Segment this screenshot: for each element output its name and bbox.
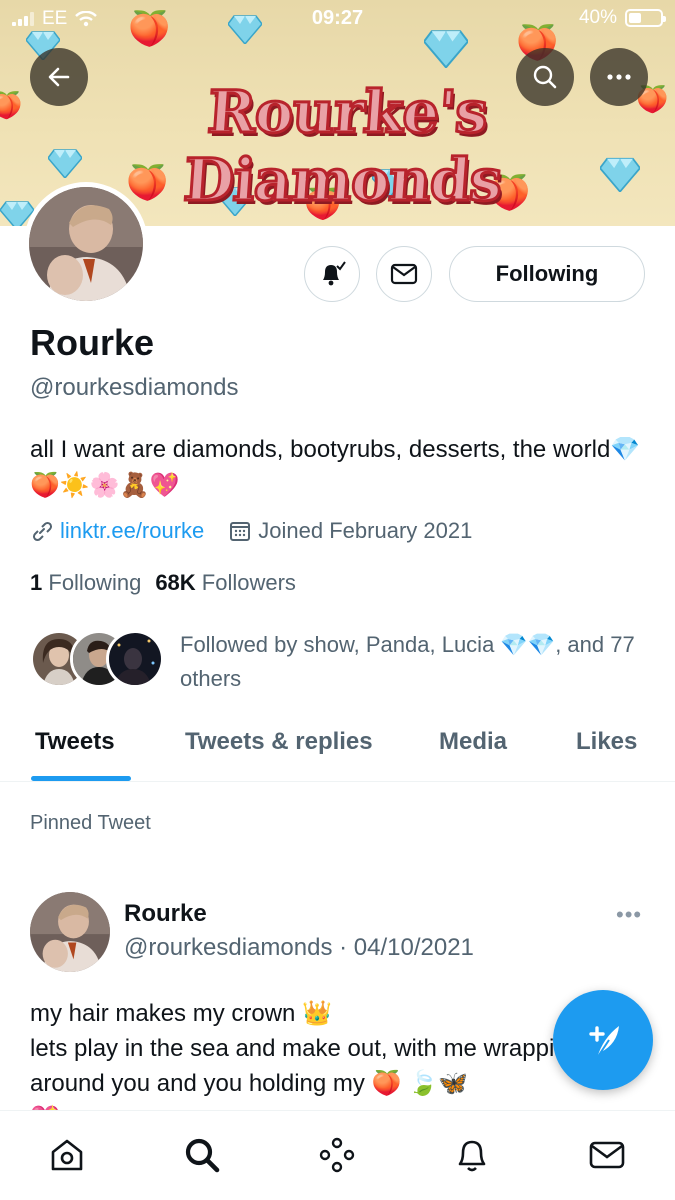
back-button[interactable]	[30, 48, 88, 106]
pinned-tweet-label: Pinned Tweet	[30, 812, 151, 834]
battery-percent: 40%	[578, 7, 617, 28]
profile-name: Rourke	[30, 322, 155, 363]
spaces-icon	[319, 1137, 355, 1173]
website-link[interactable]: linktr.ee/rourke	[60, 518, 204, 544]
tab-tweets-replies[interactable]: Tweets & replies	[185, 728, 373, 756]
clock: 09:27	[311, 7, 364, 29]
following-count-link[interactable]: 1 Following	[30, 570, 141, 595]
search-icon	[533, 65, 557, 89]
following-button[interactable]: Following	[449, 246, 645, 302]
tweet-author-name[interactable]: Rourke	[124, 900, 207, 928]
nav-notifications[interactable]	[450, 1133, 494, 1177]
more-horizontal-icon	[607, 74, 631, 80]
mail-icon	[589, 1141, 625, 1169]
profile-avatar[interactable]	[24, 182, 148, 306]
feather-plus-icon	[589, 1026, 619, 1059]
status-bar: EE 09:27 40%	[0, 0, 675, 36]
follower-avatar	[106, 630, 164, 688]
followed-by[interactable]: Followed by show, Panda, Lucia 💎💎, and 7…	[30, 628, 650, 692]
nav-home[interactable]	[45, 1133, 89, 1177]
followers-label: Followers	[201, 570, 296, 595]
arrow-left-icon	[48, 67, 70, 87]
message-button[interactable]	[376, 246, 432, 302]
more-options-button[interactable]	[590, 48, 648, 106]
search-icon	[185, 1138, 220, 1173]
joined-date: Joined February 2021	[258, 518, 473, 543]
compose-tweet-button[interactable]	[553, 990, 653, 1090]
tweet-avatar[interactable]	[30, 892, 110, 972]
tab-likes[interactable]: Likes	[576, 728, 637, 756]
following-label: Following	[48, 570, 142, 595]
tweet-handle-date: @rourkesdiamonds · 04/10/2021	[124, 934, 474, 961]
calendar-icon	[230, 522, 251, 541]
peach-decoration: 🍑	[0, 90, 23, 120]
profile-tabs: Tweets Tweets & replies Media Likes	[0, 716, 675, 782]
bottom-navigation	[0, 1110, 675, 1200]
followed-by-text: Followed by show, Panda, Lucia 💎💎, and 7…	[180, 632, 635, 691]
nav-explore[interactable]	[180, 1133, 224, 1177]
mail-icon	[390, 263, 418, 285]
diamond-decoration	[48, 149, 82, 178]
follow-counts: 1 Following 68K Followers	[30, 570, 296, 596]
battery-icon	[625, 9, 666, 27]
search-button[interactable]	[516, 48, 574, 106]
profile-handle: @rourkesdiamonds	[30, 374, 239, 401]
bell-icon	[458, 1140, 486, 1172]
tab-media[interactable]: Media	[439, 728, 507, 756]
tab-tweets[interactable]: Tweets	[35, 728, 115, 756]
home-icon	[51, 1139, 83, 1171]
followers-count-link[interactable]: 68K Followers	[155, 570, 296, 595]
profile-bio: all I want are diamonds, bootyrubs, dess…	[30, 436, 641, 499]
active-tab-indicator	[31, 776, 131, 781]
link-icon	[32, 521, 53, 542]
nav-spaces[interactable]	[315, 1133, 359, 1177]
bell-check-icon	[323, 261, 346, 286]
followers-count: 68K	[155, 570, 196, 595]
tweet-more-button[interactable]: •••	[616, 902, 642, 928]
profile-meta: linktr.ee/rourke Joined February 2021	[30, 518, 472, 544]
nav-messages[interactable]	[585, 1133, 629, 1177]
avatar-image	[29, 187, 143, 301]
notifications-button[interactable]	[304, 246, 360, 302]
following-count: 1	[30, 570, 43, 595]
